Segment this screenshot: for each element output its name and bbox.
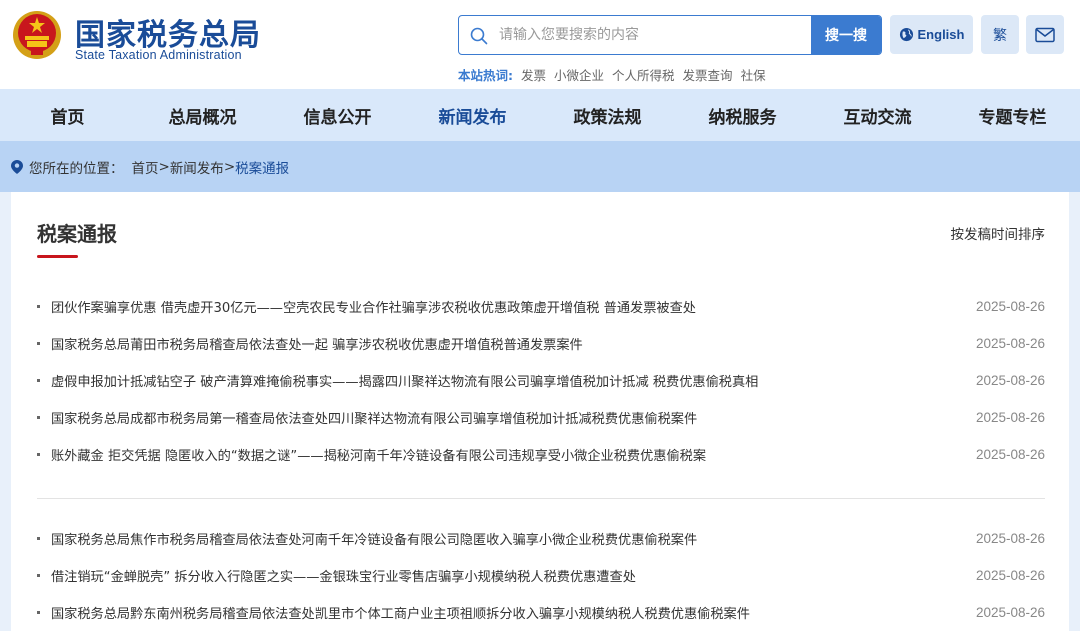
bullet [37,416,40,419]
news-title[interactable]: 国家税务总局焦作市税务局稽查局依法查处河南千年冷链设备有限公司隐匿收入骗享小微企… [51,529,956,548]
bullet [37,305,40,308]
site-header: 国家税务总局 State Taxation Administration 搜一搜… [0,0,1080,89]
globe-icon [899,27,913,42]
breadcrumb: 您所在的位置： 首页 > 新闻发布 > 税案通报 [0,141,1080,192]
location-pin-icon [11,159,23,174]
search-input[interactable] [499,16,809,54]
hot-search-term[interactable]: 个人所得税 [612,65,675,84]
search-box: 搜一搜 [458,15,882,55]
content-card: 税案通报 按发稿时间排序 团伙作案骗享优惠 借壳虚开30亿元——空壳农民专业合作… [11,192,1069,631]
news-date: 2025-08-26 [975,299,1045,314]
traditional-chinese-button[interactable]: 繁 [981,15,1019,54]
news-date: 2025-08-26 [975,447,1045,462]
hot-search-term[interactable]: 发票查询 [683,65,733,84]
sort-by-date-link[interactable]: 按发稿时间排序 [951,223,1046,243]
bullet [37,611,40,614]
nav-item-special-topics[interactable]: 专题专栏 [945,89,1080,141]
english-label: English [917,27,965,42]
news-date: 2025-08-26 [975,605,1045,620]
news-date: 2025-08-26 [975,336,1045,351]
news-item[interactable]: 团伙作案骗享优惠 借壳虚开30亿元——空壳农民专业合作社骗享涉农税收优惠政策虚开… [37,288,1045,325]
news-date: 2025-08-26 [975,410,1045,425]
main-nav: 首页 总局概况 信息公开 新闻发布 政策法规 纳税服务 互动交流 专题专栏 [0,89,1080,141]
breadcrumb-separator: > [223,158,236,175]
hot-search-terms: 本站热词: 发票 小微企业 个人所得税 发票查询 社保 [458,65,766,84]
bullet [37,342,40,345]
search-button[interactable]: 搜一搜 [811,16,881,54]
search-icon [470,27,488,45]
bullet [37,537,40,540]
mail-button[interactable] [1026,15,1064,54]
breadcrumb-home[interactable]: 首页 [132,157,159,177]
nav-item-info-disclosure[interactable]: 信息公开 [270,89,405,141]
news-title[interactable]: 团伙作案骗享优惠 借壳虚开30亿元——空壳农民专业合作社骗享涉农税收优惠政策虚开… [51,297,956,316]
breadcrumb-current[interactable]: 税案通报 [235,157,289,177]
nav-item-news[interactable]: 新闻发布 [405,89,540,141]
news-title[interactable]: 虚假申报加计抵减钻空子 破产清算难掩偷税事实——揭露四川聚祥达物流有限公司骗享增… [51,371,956,390]
list-divider [37,498,1045,499]
mail-icon [1035,27,1055,42]
hot-search-term[interactable]: 发票 [521,65,546,84]
hot-search-term[interactable]: 小微企业 [554,65,604,84]
news-date: 2025-08-26 [975,568,1045,583]
news-date: 2025-08-26 [975,373,1045,388]
english-button[interactable]: English [890,15,973,54]
hot-search-label: 本站热词: [458,68,513,83]
news-item[interactable]: 国家税务总局成都市税务局第一稽查局依法查处四川聚祥达物流有限公司骗享增值税加计抵… [37,399,1045,436]
nav-item-interaction[interactable]: 互动交流 [810,89,945,141]
news-title[interactable]: 借注销玩“金蝉脱壳” 拆分收入行隐匿之实——金银珠宝行业零售店骗享小规模纳税人税… [51,566,956,585]
nav-item-policy[interactable]: 政策法规 [540,89,675,141]
bullet [37,453,40,456]
title-underline [37,255,78,258]
national-emblem-icon[interactable] [11,8,63,62]
hot-search-term[interactable]: 社保 [741,65,766,84]
news-title[interactable]: 国家税务总局黔东南州税务局稽查局依法查处凯里市个体工商户业主项祖顺拆分收入骗享小… [51,603,956,622]
news-item[interactable]: 虚假申报加计抵减钻空子 破产清算难掩偷税事实——揭露四川聚祥达物流有限公司骗享增… [37,362,1045,399]
breadcrumb-prefix: 您所在的位置： [29,160,124,177]
news-title[interactable]: 国家税务总局成都市税务局第一稽查局依法查处四川聚祥达物流有限公司骗享增值税加计抵… [51,408,956,427]
news-title[interactable]: 账外藏金 拒交凭据 隐匿收入的“数据之谜”——揭秘河南千年冷链设备有限公司违规享… [51,445,956,464]
news-item[interactable]: 国家税务总局莆田市税务局稽查局依法查处一起 骗享涉农税收优惠虚开增值税普通发票案… [37,325,1045,362]
news-item[interactable]: 借注销玩“金蝉脱壳” 拆分收入行隐匿之实——金银珠宝行业零售店骗享小规模纳税人税… [37,557,1045,594]
news-title[interactable]: 国家税务总局莆田市税务局稽查局依法查处一起 骗享涉农税收优惠虚开增值税普通发票案… [51,334,956,353]
news-list: 团伙作案骗享优惠 借壳虚开30亿元——空壳农民专业合作社骗享涉农税收优惠政策虚开… [37,288,1045,473]
site-name-english[interactable]: State Taxation Administration [75,48,242,62]
news-list: 国家税务总局焦作市税务局稽查局依法查处河南千年冷链设备有限公司隐匿收入骗享小微企… [37,520,1045,631]
news-item[interactable]: 账外藏金 拒交凭据 隐匿收入的“数据之谜”——揭秘河南千年冷链设备有限公司违规享… [37,436,1045,473]
nav-item-home[interactable]: 首页 [0,89,135,141]
section-title: 税案通报 [37,222,117,246]
news-item[interactable]: 国家税务总局焦作市税务局稽查局依法查处河南千年冷链设备有限公司隐匿收入骗享小微企… [37,520,1045,557]
breadcrumb-separator: > [158,158,170,175]
nav-item-overview[interactable]: 总局概况 [135,89,270,141]
nav-item-tax-service[interactable]: 纳税服务 [675,89,810,141]
news-date: 2025-08-26 [975,531,1045,546]
bullet [37,379,40,382]
bullet [37,574,40,577]
news-item[interactable]: 国家税务总局黔东南州税务局稽查局依法查处凯里市个体工商户业主项祖顺拆分收入骗享小… [37,594,1045,631]
breadcrumb-parent[interactable]: 新闻发布 [170,157,224,177]
